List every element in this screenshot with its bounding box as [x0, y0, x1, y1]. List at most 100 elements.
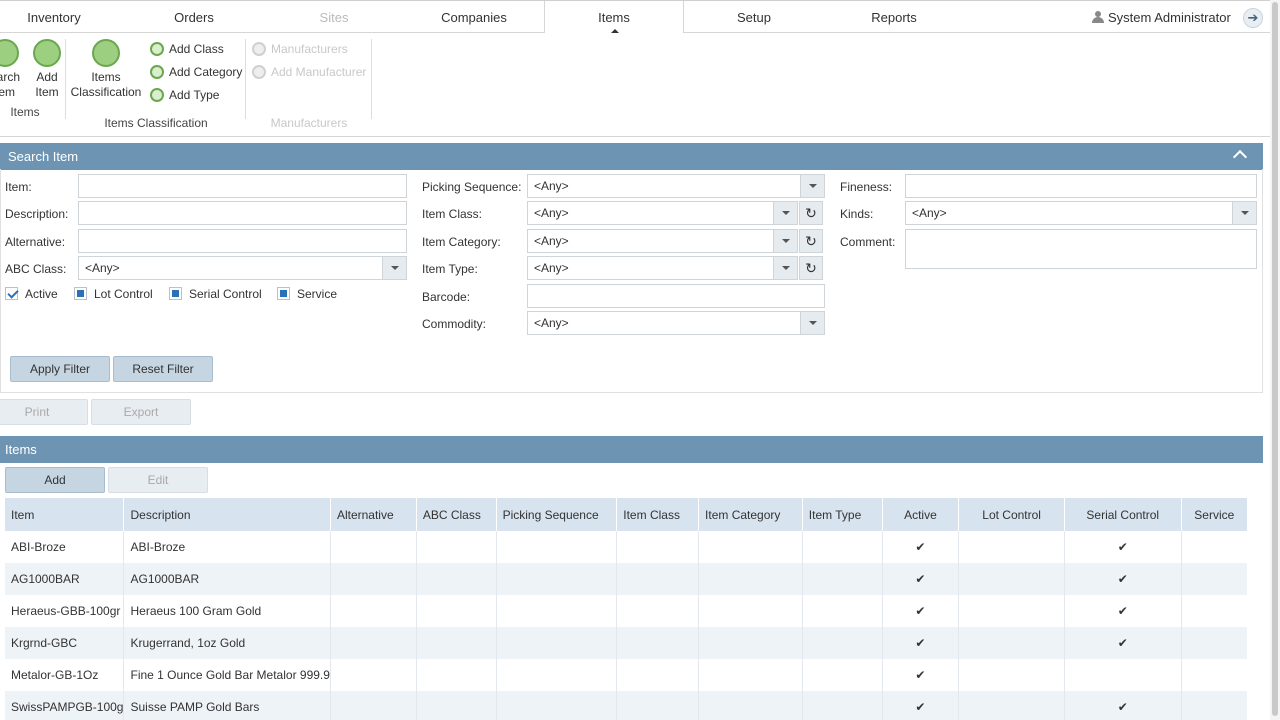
items-classification-button[interactable]: Items Classification [70, 39, 142, 100]
item-type-label: Item Type: [422, 262, 478, 276]
cell-alternative [330, 659, 417, 691]
tab-reports[interactable]: Reports [824, 1, 964, 33]
chevron-down-icon[interactable] [773, 230, 797, 252]
add-type-label: Add Type [169, 88, 220, 102]
scrollbar-thumb[interactable] [1272, 2, 1278, 716]
chevron-down-icon[interactable] [800, 312, 824, 334]
comment-textarea[interactable] [905, 229, 1257, 269]
column-header-item-category[interactable]: Item Category [698, 498, 803, 531]
cell-item-category [698, 531, 803, 563]
commodity-select[interactable]: <Any> [527, 311, 825, 335]
item-class-refresh-icon[interactable]: ↻ [799, 201, 823, 225]
user-icon [1092, 11, 1104, 23]
serial-control-checkbox[interactable]: Serial Control [169, 286, 262, 302]
abc-class-select[interactable]: <Any> [78, 256, 407, 280]
active-checkmark-icon: ✔ [882, 595, 960, 627]
cell-item-class [616, 691, 700, 720]
cell-item: ABI-Broze [5, 531, 125, 563]
collapse-chevron-up-icon[interactable] [1232, 149, 1248, 165]
chevron-down-icon[interactable] [800, 175, 824, 197]
service-checkbox[interactable]: Service [277, 286, 337, 302]
manufacturers-button: Manufacturers [252, 40, 348, 58]
cell-service [1181, 627, 1247, 659]
tab-inventory[interactable]: Inventory [0, 1, 124, 33]
tab-companies[interactable]: Companies [404, 1, 544, 33]
add-class-icon [150, 42, 164, 56]
tab-items[interactable]: Items [544, 1, 684, 34]
column-header-abc-class[interactable]: ABC Class [416, 498, 497, 531]
cell-service [1181, 595, 1247, 627]
chevron-down-icon[interactable] [382, 257, 406, 279]
barcode-input[interactable] [527, 284, 825, 308]
table-row[interactable]: Metalor-GB-1Oz Fine 1 Ounce Gold Bar Met… [5, 659, 1247, 691]
table-row[interactable]: ABI-Broze ABI-Broze ✔ ✔ [5, 531, 1247, 563]
cell-item-class [616, 595, 700, 627]
column-header-service[interactable]: Service [1181, 498, 1247, 531]
table-row[interactable]: SwissPAMPGB-100g Suisse PAMP Gold Bars ✔… [5, 691, 1247, 720]
ribbon-group-manufacturers: Manufacturers [270, 116, 348, 130]
tab-setup[interactable]: Setup [684, 1, 824, 33]
item-class-select[interactable]: <Any> [527, 201, 798, 225]
add-button[interactable]: Add [5, 467, 105, 493]
commodity-label: Commodity: [422, 317, 487, 331]
item-category-select[interactable]: <Any> [527, 229, 798, 253]
active-checkmark-icon: ✔ [882, 563, 960, 595]
item-input[interactable] [78, 174, 407, 198]
item-category-refresh-icon[interactable]: ↻ [799, 229, 823, 253]
item-category-value: <Any> [534, 234, 569, 248]
picking-sequence-value: <Any> [534, 179, 569, 193]
cell-item-category [698, 563, 803, 595]
chevron-down-icon[interactable] [773, 257, 797, 279]
apply-filter-button[interactable]: Apply Filter [10, 356, 110, 382]
column-header-item-type[interactable]: Item Type [802, 498, 883, 531]
item-class-label: Item Class: [422, 207, 483, 221]
description-input[interactable] [78, 201, 407, 225]
item-type-select[interactable]: <Any> [527, 256, 798, 280]
item-category-label: Item Category: [422, 235, 501, 249]
chevron-down-icon[interactable] [773, 202, 797, 224]
kinds-select[interactable]: <Any> [905, 201, 1257, 225]
picking-sequence-select[interactable]: <Any> [527, 174, 825, 198]
add-type-button[interactable]: Add Type [150, 86, 219, 104]
column-header-item-class[interactable]: Item Class [616, 498, 700, 531]
search-filter-panel: Item: Description: Alternative: ABC Clas… [0, 169, 1263, 393]
lot-control-checkbox[interactable]: Lot Control [74, 286, 153, 302]
vertical-scrollbar[interactable] [1270, 0, 1280, 720]
chevron-down-icon[interactable] [1232, 202, 1256, 224]
column-header-active[interactable]: Active [882, 498, 960, 531]
cell-item-type [802, 595, 883, 627]
column-header-item[interactable]: Item [5, 498, 125, 531]
comment-label: Comment: [840, 235, 896, 249]
serial-control-checkmark-icon: ✔ [1064, 531, 1182, 563]
alternative-input[interactable] [78, 229, 407, 253]
tab-orders[interactable]: Orders [124, 1, 264, 33]
cell-abc-class [416, 691, 497, 720]
logout-arrow-icon[interactable]: ➔ [1243, 8, 1263, 28]
search-item-button[interactable]: earch tem [0, 39, 24, 100]
add-class-button[interactable]: Add Class [150, 40, 224, 58]
fineness-input[interactable] [905, 174, 1257, 198]
cell-item-type [802, 691, 883, 720]
abc-class-value: <Any> [85, 261, 120, 275]
cell-service [1181, 659, 1247, 691]
item-type-refresh-icon[interactable]: ↻ [799, 256, 823, 280]
cell-service [1181, 531, 1247, 563]
column-header-alternative[interactable]: Alternative [330, 498, 417, 531]
add-category-button[interactable]: Add Category [150, 63, 242, 81]
items-classification-label-1: Items [91, 70, 121, 84]
serial-control-checkmark-icon: ✔ [1064, 595, 1182, 627]
column-header-serial-control[interactable]: Serial Control [1064, 498, 1182, 531]
column-header-picking-sequence[interactable]: Picking Sequence [496, 498, 618, 531]
table-row[interactable]: Krgrnd-GBC Krugerrand, 1oz Gold ✔ ✔ [5, 627, 1247, 659]
column-header-description[interactable]: Description [123, 498, 331, 531]
table-row[interactable]: AG1000BAR AG1000BAR ✔ ✔ [5, 563, 1247, 595]
search-item-label-1: earch [0, 70, 21, 84]
table-row[interactable]: Heraeus-GBB-100gr Heraeus 100 Gram Gold … [5, 595, 1247, 627]
active-checkbox[interactable]: Active [5, 286, 58, 302]
reset-filter-button[interactable]: Reset Filter [113, 356, 213, 382]
add-item-button[interactable]: Add Item [30, 39, 64, 100]
user-menu[interactable]: System Administrator [1092, 1, 1231, 33]
column-header-lot-control[interactable]: Lot Control [958, 498, 1065, 531]
cell-abc-class [416, 563, 497, 595]
add-manufacturer-label: Add Manufacturer [271, 65, 367, 79]
